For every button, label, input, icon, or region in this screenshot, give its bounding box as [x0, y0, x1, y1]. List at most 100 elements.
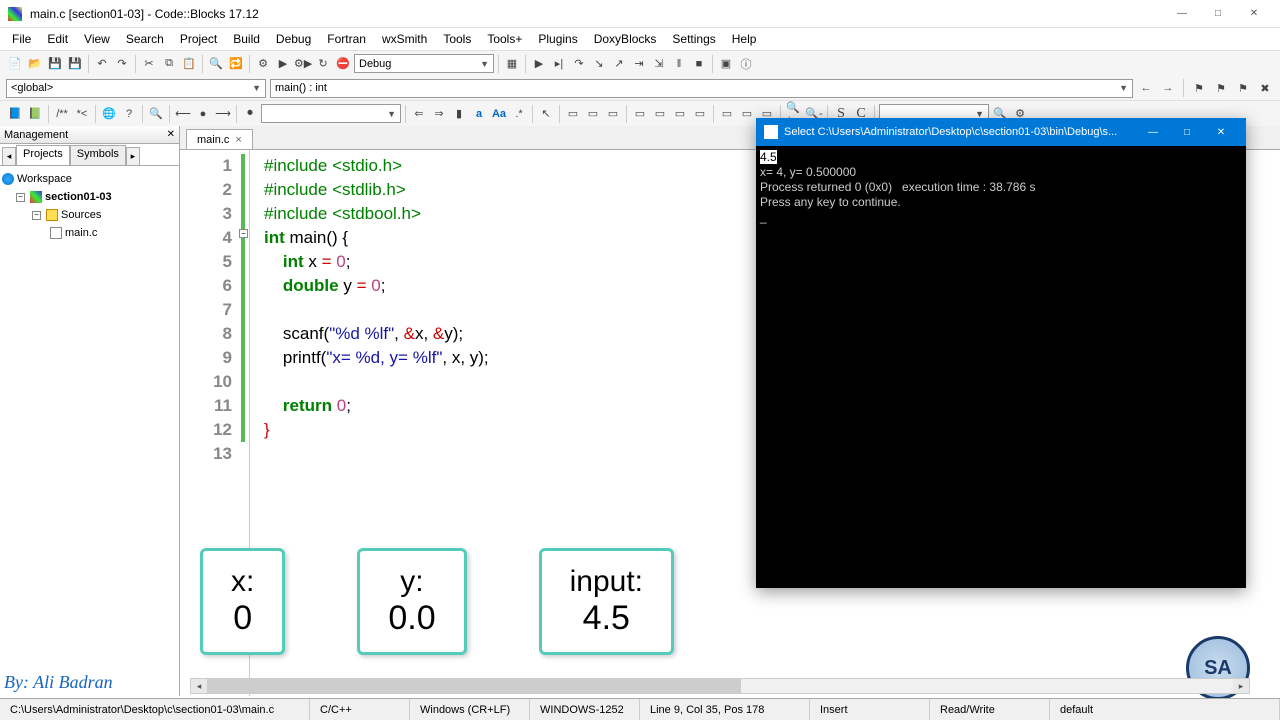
console-minimize[interactable]: —: [1136, 121, 1170, 143]
comment-line-icon[interactable]: *<: [73, 105, 91, 123]
console-window[interactable]: Select C:\Users\Administrator\Desktop\c\…: [756, 118, 1246, 588]
copy-icon[interactable]: ⧉: [160, 55, 178, 73]
scroll-right-icon[interactable]: ▸: [1233, 679, 1249, 693]
doxy-run-icon[interactable]: 📗: [26, 105, 44, 123]
tree-project[interactable]: − section01-03: [2, 188, 177, 206]
menu-debug[interactable]: Debug: [268, 30, 319, 48]
tab-projects[interactable]: Projects: [16, 145, 70, 165]
scroll-thumb[interactable]: [207, 679, 741, 693]
panel-close-icon[interactable]: ✕: [167, 129, 175, 140]
step-out-icon[interactable]: ↗: [610, 55, 628, 73]
comment-block-icon[interactable]: /**: [53, 105, 71, 123]
highlight-icon[interactable]: ▮: [450, 105, 468, 123]
arrow-right-icon[interactable]: ⇒: [430, 105, 448, 123]
menu-tools[interactable]: Tools: [435, 30, 479, 48]
minimize-button[interactable]: —: [1164, 2, 1200, 26]
abort-icon[interactable]: ⛔: [334, 55, 352, 73]
debug-toggle-icon[interactable]: ▦: [503, 55, 521, 73]
tree-folder-sources[interactable]: − Sources: [2, 206, 177, 224]
menu-search[interactable]: Search: [118, 30, 172, 48]
collapse-icon[interactable]: −: [32, 211, 41, 220]
letter-aa-icon[interactable]: Aa: [490, 105, 508, 123]
regex-icon[interactable]: .*: [510, 105, 528, 123]
block7-icon[interactable]: ▭: [691, 105, 709, 123]
break-icon[interactable]: ‖: [670, 55, 688, 73]
debug-start-icon[interactable]: ▶: [530, 55, 548, 73]
scroll-left-icon[interactable]: ◂: [191, 679, 207, 693]
nav-back-icon[interactable]: ←: [1137, 79, 1155, 97]
menu-plugins[interactable]: Plugins: [530, 30, 585, 48]
block3-icon[interactable]: ▭: [604, 105, 622, 123]
debug-windows-icon[interactable]: ▣: [717, 55, 735, 73]
run-icon[interactable]: ▶: [274, 55, 292, 73]
cut-icon[interactable]: ✂: [140, 55, 158, 73]
scope-combo[interactable]: <global> ▼: [6, 79, 266, 98]
step-into-icon[interactable]: ↘: [590, 55, 608, 73]
tab-close-icon[interactable]: ×: [235, 134, 241, 146]
block6-icon[interactable]: ▭: [671, 105, 689, 123]
next-instr-icon[interactable]: ⇥: [630, 55, 648, 73]
build-target-combo[interactable]: Debug ▼: [354, 54, 494, 73]
rebuild-icon[interactable]: ↻: [314, 55, 332, 73]
tab-symbols[interactable]: Symbols: [70, 145, 126, 165]
doxy-help-icon[interactable]: ?: [120, 105, 138, 123]
find-icon[interactable]: 🔍: [207, 55, 225, 73]
jump-dot-icon[interactable]: ●: [194, 105, 212, 123]
tab-scroll-right[interactable]: ▸: [126, 147, 140, 165]
doxy-html-icon[interactable]: 🌐: [100, 105, 118, 123]
block9-icon[interactable]: ▭: [738, 105, 756, 123]
editor-hscrollbar[interactable]: ◂ ▸: [190, 678, 1250, 694]
console-maximize[interactable]: □: [1170, 121, 1204, 143]
jump-back-icon[interactable]: ⟵: [174, 105, 192, 123]
run-to-cursor-icon[interactable]: ▸|: [550, 55, 568, 73]
tab-scroll-left[interactable]: ◂: [2, 147, 16, 165]
console-output[interactable]: 4.5 x= 4, y= 0.500000 Process returned 0…: [756, 146, 1246, 229]
menu-fortran[interactable]: Fortran: [319, 30, 374, 48]
redo-icon[interactable]: ↷: [113, 55, 131, 73]
console-titlebar[interactable]: Select C:\Users\Administrator\Desktop\c\…: [756, 118, 1246, 146]
save-all-icon[interactable]: 💾: [66, 55, 84, 73]
scroll-track[interactable]: [207, 679, 1233, 693]
fold-icon[interactable]: −: [239, 229, 248, 238]
menu-help[interactable]: Help: [724, 30, 765, 48]
close-button[interactable]: ✕: [1236, 2, 1272, 26]
bookmark-next-icon[interactable]: ⚑: [1234, 79, 1252, 97]
bookmark-icon[interactable]: ⚑: [1190, 79, 1208, 97]
tree-file-main[interactable]: main.c: [2, 224, 177, 242]
bookmark-prev-icon[interactable]: ⚑: [1212, 79, 1230, 97]
menu-settings[interactable]: Settings: [664, 30, 723, 48]
menu-toolsplus[interactable]: Tools+: [479, 30, 530, 48]
snippet-combo[interactable]: ▼: [261, 104, 401, 123]
menu-build[interactable]: Build: [225, 30, 268, 48]
build-icon[interactable]: ⚙: [254, 55, 272, 73]
build-run-icon[interactable]: ⚙▶: [294, 55, 312, 73]
console-close[interactable]: ✕: [1204, 121, 1238, 143]
info-icon[interactable]: ⓘ: [737, 55, 755, 73]
bookmark-clear-icon[interactable]: ✖: [1256, 79, 1274, 97]
stop-icon[interactable]: ■: [690, 55, 708, 73]
block1-icon[interactable]: ▭: [564, 105, 582, 123]
menu-project[interactable]: Project: [172, 30, 225, 48]
replace-icon[interactable]: 🔁: [227, 55, 245, 73]
menu-wxsmith[interactable]: wxSmith: [374, 30, 435, 48]
menu-view[interactable]: View: [76, 30, 118, 48]
open-file-icon[interactable]: 📂: [26, 55, 44, 73]
tree-workspace[interactable]: Workspace: [2, 170, 177, 188]
step-instr-icon[interactable]: ⇲: [650, 55, 668, 73]
record-icon[interactable]: ⏺: [241, 105, 259, 123]
collapse-icon[interactable]: −: [16, 193, 25, 202]
arrow-left-icon[interactable]: ⇐: [410, 105, 428, 123]
maximize-button[interactable]: □: [1200, 2, 1236, 26]
menu-file[interactable]: File: [4, 30, 39, 48]
select-icon[interactable]: ↖: [537, 105, 555, 123]
nav-fwd-icon[interactable]: →: [1159, 79, 1177, 97]
paste-icon[interactable]: 📋: [180, 55, 198, 73]
save-icon[interactable]: 💾: [46, 55, 64, 73]
search-tool-icon[interactable]: 🔍: [147, 105, 165, 123]
menu-doxyblocks[interactable]: DoxyBlocks: [586, 30, 665, 48]
file-tab-main[interactable]: main.c ×: [186, 129, 253, 149]
function-combo[interactable]: main() : int ▼: [270, 79, 1133, 98]
block5-icon[interactable]: ▭: [651, 105, 669, 123]
new-file-icon[interactable]: 📄: [6, 55, 24, 73]
undo-icon[interactable]: ↶: [93, 55, 111, 73]
